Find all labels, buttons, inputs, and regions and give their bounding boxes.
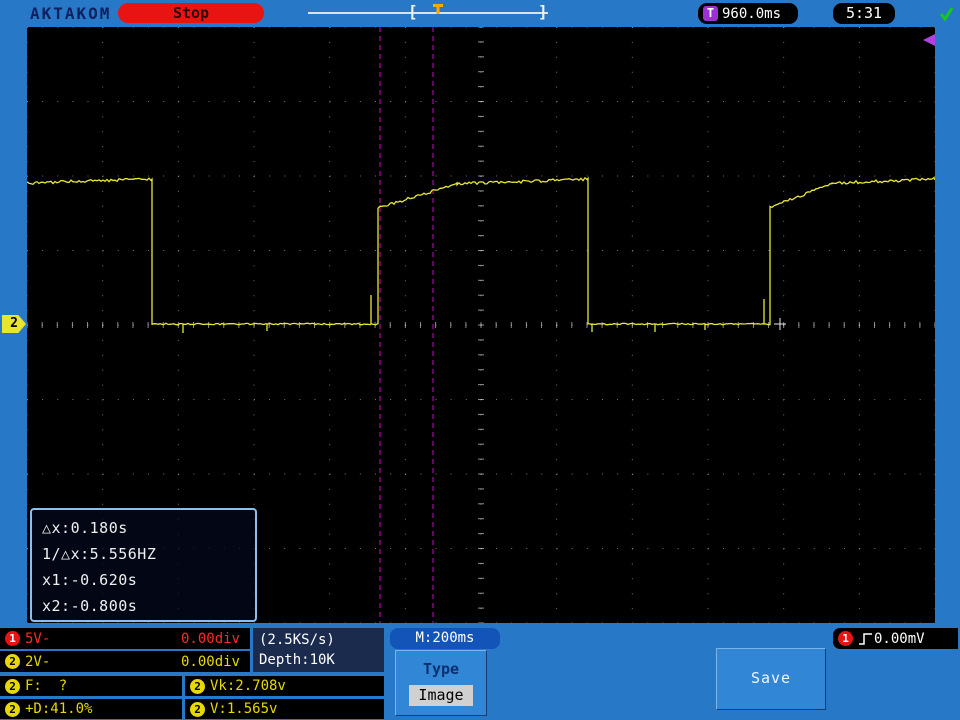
- cursor-x1: x1:-0.620s: [42, 571, 138, 589]
- trigger-time-box: T 960.0ms: [698, 3, 798, 24]
- meas-value: +D:41.0%: [25, 701, 93, 717]
- channel2-status-row: 2 2V- 0.00div: [0, 651, 250, 672]
- rising-edge-icon: [859, 632, 872, 645]
- meas-value: F: ?: [25, 678, 68, 694]
- channel2-level-marker[interactable]: 2: [2, 315, 26, 333]
- meas-value: Vk:2.708v: [210, 678, 286, 694]
- oscilloscope-screen: AKTAKOM Stop [ ] T 960.0ms 5:31 2 △x:0.1…: [0, 0, 960, 720]
- meas-value: V:1.565v: [210, 701, 278, 717]
- trigger-time-icon: T: [703, 6, 718, 21]
- sample-rate: (2.5KS/s): [259, 632, 335, 648]
- channel1-offset: 0.00div: [180, 630, 240, 647]
- meas-channel-badge: 2: [5, 701, 20, 717]
- hpos-left-bracket: [: [408, 2, 418, 21]
- type-button-value: Image: [409, 685, 473, 706]
- brand-logo: AKTAKOM: [30, 4, 112, 23]
- timebase-badge: M:200ms: [390, 628, 500, 649]
- cursor-readout-panel: △x:0.180s 1/△x:5.556HZ x1:-0.620s x2:-0.…: [30, 508, 257, 622]
- type-button[interactable]: Type Image: [395, 650, 487, 716]
- save-button[interactable]: Save: [716, 648, 826, 710]
- measurement-vk: 2 Vk:2.708v: [185, 676, 384, 696]
- run-state-badge: Stop: [118, 3, 264, 23]
- cursor-delta-x: △x:0.180s: [42, 519, 128, 537]
- cursor-x2: x2:-0.800s: [42, 597, 138, 615]
- horizontal-position-line: [308, 12, 548, 14]
- acquisition-panel: (2.5KS/s) Depth:10K: [253, 628, 384, 672]
- channel1-badge: 1: [5, 631, 20, 646]
- channel2-offset: 0.00div: [180, 653, 240, 670]
- status-check-icon: [939, 7, 954, 22]
- meas-channel-badge: 2: [5, 678, 20, 694]
- measurement-voltage: 2 V:1.565v: [185, 699, 384, 719]
- channel2-badge: 2: [5, 654, 20, 669]
- trigger-time-value: 960.0ms: [722, 5, 782, 22]
- trigger-position-marker-icon[interactable]: [432, 4, 444, 16]
- memory-depth: Depth:10K: [259, 652, 335, 668]
- measurement-duty: 2 +D:41.0%: [0, 699, 182, 719]
- trigger-status-box: 1 0.00mV: [833, 628, 958, 649]
- trigger-level: 0.00mV: [874, 630, 925, 647]
- hpos-right-bracket: ]: [538, 2, 548, 21]
- meas-channel-badge: 2: [190, 701, 205, 717]
- channel1-scale: 5V-: [25, 630, 51, 647]
- type-button-label: Type: [422, 660, 460, 678]
- channel1-status-row: 1 5V- 0.00div: [0, 628, 250, 649]
- trigger-source-badge: 1: [838, 631, 853, 646]
- meas-channel-badge: 2: [190, 678, 205, 694]
- channel2-scale: 2V-: [25, 653, 51, 670]
- cursor-inverse-delta-x: 1/△x:5.556HZ: [42, 545, 157, 563]
- clock: 5:31: [833, 3, 895, 24]
- measurement-frequency: 2 F: ?: [0, 676, 182, 696]
